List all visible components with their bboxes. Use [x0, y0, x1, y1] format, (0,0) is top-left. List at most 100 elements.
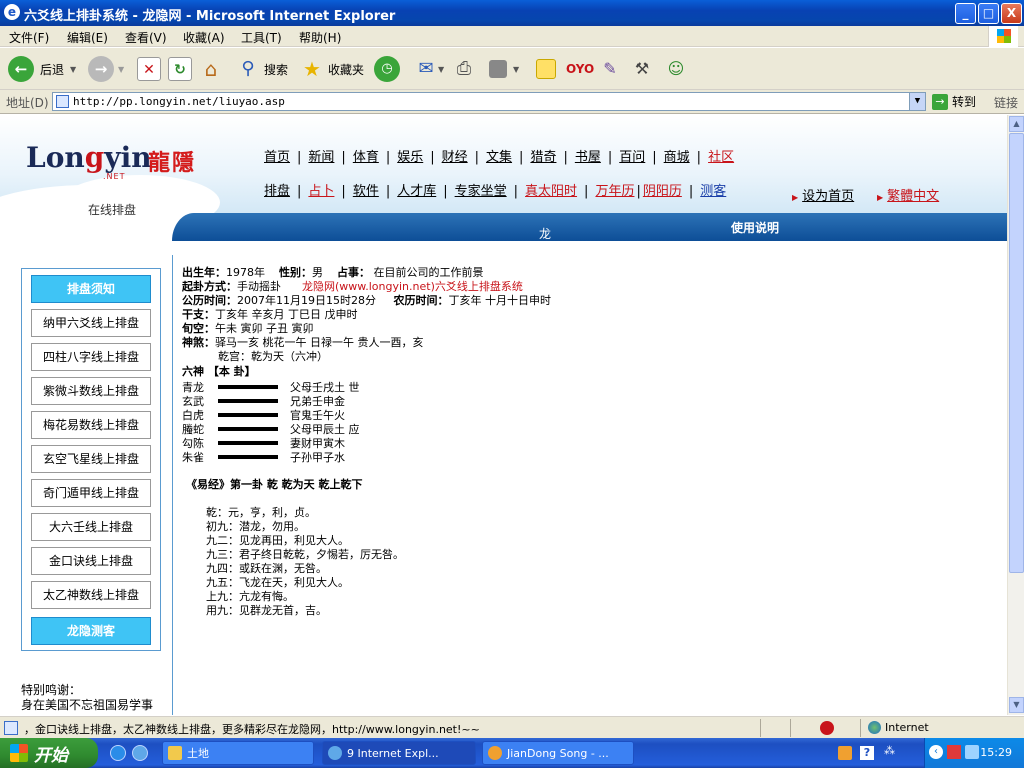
system-link[interactable]: 龙隐网(www.longyin.net)六爻线上排盘系统 — [302, 280, 523, 293]
yang-line — [218, 399, 278, 403]
nav-books[interactable]: 书屋 — [575, 150, 601, 165]
nav-curiosities[interactable]: 猎奇 — [530, 150, 556, 165]
popup-blocker-icon[interactable] — [820, 721, 834, 735]
go-button[interactable]: → 转到 — [932, 93, 976, 110]
research-button[interactable]: OYO — [566, 54, 594, 84]
sidebar-item-taiyi[interactable]: 太乙神数线上排盘 — [31, 581, 151, 609]
set-homepage-link[interactable]: ▶ 设为首页 — [792, 185, 854, 204]
start-button[interactable]: 开始 — [0, 738, 98, 768]
sidebar-item-meihua[interactable]: 梅花易数线上排盘 — [31, 411, 151, 439]
vertical-scrollbar[interactable]: ▲ ▼ — [1007, 115, 1024, 715]
discuss-button[interactable] — [536, 54, 556, 84]
yijing-line-7: 上九：亢龙有悔。 — [206, 590, 294, 603]
site-logo[interactable]: Longyin — [26, 141, 152, 174]
nav-sports[interactable]: 体育 — [353, 150, 379, 165]
forward-button[interactable]: → ▼ — [88, 54, 124, 84]
history-button[interactable]: ◷ — [374, 54, 400, 84]
title-bar[interactable]: e 六爻线上排卦系统 - 龙隐网 - Microsoft Internet Ex… — [0, 0, 1024, 26]
site-slogan: 在线排盘 — [88, 203, 137, 217]
network-icon[interactable] — [965, 745, 979, 759]
scroll-down-icon[interactable]: ▼ — [1009, 697, 1024, 713]
nav-ceke[interactable]: 测客 — [700, 184, 726, 199]
address-input[interactable]: http://pp.longyin.net/liuyao.asp ▼ — [52, 92, 926, 111]
tool-button-2[interactable]: ⚒ — [630, 54, 654, 84]
refresh-icon: ↻ — [168, 57, 192, 81]
antivirus-icon[interactable] — [947, 745, 961, 759]
sidebar-item-qimen[interactable]: 奇门遁甲线上排盘 — [31, 479, 151, 507]
mail-button[interactable]: ✉ ▼ — [414, 54, 444, 84]
tool-button-1[interactable]: ✎ — [598, 54, 622, 84]
edit-button[interactable]: ▼ — [489, 54, 519, 84]
nav-solar-time[interactable]: 真太阳时 — [525, 184, 577, 199]
nav-questions[interactable]: 百问 — [619, 150, 645, 165]
menu-favorites[interactable]: 收藏(A) — [183, 29, 225, 46]
messenger-button[interactable]: ☺ — [664, 54, 688, 84]
menu-edit[interactable]: 编辑(E) — [67, 29, 108, 46]
nav-talent[interactable]: 人才库 — [397, 184, 436, 199]
yijing-title: 《易经》第一卦 乾 乾为天 乾上乾下 — [186, 478, 363, 491]
address-dropdown-icon[interactable]: ▼ — [909, 93, 925, 110]
yao-god-6: 朱雀 — [182, 451, 204, 464]
sidebar-item-ziwei[interactable]: 紫微斗数线上排盘 — [31, 377, 151, 405]
task-jiandong[interactable]: JianDong Song - ... — [482, 741, 634, 765]
stop-button[interactable]: ✕ — [137, 54, 161, 84]
back-dropdown-icon[interactable]: ▼ — [70, 65, 76, 74]
nav-community[interactable]: 社区 — [708, 150, 734, 165]
research-icon: OYO — [566, 62, 595, 76]
sidebar-item-ceke[interactable]: 龙隐测客 — [31, 617, 151, 645]
maximize-button[interactable]: □ — [978, 3, 999, 24]
clock[interactable]: 15:29 — [980, 746, 1012, 759]
task-ie-group[interactable]: 9 Internet Expl... — [322, 741, 476, 765]
tray-expand-icon[interactable]: ‹ — [929, 745, 943, 759]
home-button[interactable]: ⌂ — [199, 54, 223, 84]
back-button[interactable]: ← 后退 ▼ — [8, 54, 76, 84]
globe-icon — [868, 721, 881, 734]
quicklaunch-ie-icon[interactable] — [110, 745, 126, 761]
traditional-chinese-link[interactable]: ▶ 繁體中文 — [877, 185, 939, 204]
scroll-up-icon[interactable]: ▲ — [1009, 116, 1024, 132]
task-folder[interactable]: 土地 — [162, 741, 314, 765]
ime-icon[interactable] — [838, 746, 852, 760]
nav-paipan[interactable]: 排盘 — [264, 184, 290, 199]
yang-line — [218, 385, 278, 389]
nav-home[interactable]: 首页 — [264, 150, 290, 165]
windows-logo-icon — [988, 26, 1018, 47]
print-button[interactable]: ⎙ — [452, 54, 476, 84]
nav-entertainment[interactable]: 娱乐 — [397, 150, 423, 165]
quicklaunch-desktop-icon[interactable] — [132, 745, 148, 761]
nav-experts[interactable]: 专家坐堂 — [455, 184, 507, 199]
close-button[interactable]: X — [1001, 3, 1022, 24]
menu-file[interactable]: 文件(F) — [9, 29, 49, 46]
address-label: 地址(D) — [6, 96, 49, 110]
favorites-button[interactable]: ★ 收藏夹 — [300, 54, 364, 84]
nav-calendar[interactable]: 万年历 — [595, 184, 634, 199]
nav-divination[interactable]: 占卜 — [308, 184, 334, 199]
nav-software[interactable]: 软件 — [353, 184, 379, 199]
nav-finance[interactable]: 财经 — [442, 150, 468, 165]
scroll-thumb[interactable] — [1009, 133, 1024, 573]
help-icon[interactable]: ? — [860, 746, 874, 760]
menu-help[interactable]: 帮助(H) — [299, 29, 341, 46]
window-title: 六爻线上排卦系统 - 龙隐网 - Microsoft Internet Expl… — [24, 9, 396, 24]
sidebar-item-bazi[interactable]: 四柱八字线上排盘 — [31, 343, 151, 371]
sidebar-item-jinkou[interactable]: 金口诀线上排盘 — [31, 547, 151, 575]
sidebar-item-liuren[interactable]: 大六壬线上排盘 — [31, 513, 151, 541]
nav-yinyang-calendar[interactable]: 阴阳历 — [643, 184, 682, 199]
refresh-button[interactable]: ↻ — [168, 54, 192, 84]
sidebar-item-xuankong[interactable]: 玄空飞星线上排盘 — [31, 445, 151, 473]
banner-text[interactable]: 龙隐在线排盘 使用说明 — [539, 219, 779, 326]
nav-essays[interactable]: 文集 — [486, 150, 512, 165]
minimize-button[interactable]: _ — [955, 3, 976, 24]
search-button[interactable]: ⚲ 搜索 — [236, 54, 288, 84]
info-time-row: 公历时间：2007年11月19日15时28分 农历时间：丁亥年 十月十日申时 — [182, 294, 551, 307]
sidebar-item-notice[interactable]: 排盘须知 — [31, 275, 151, 303]
system-tray: ‹ 15:29 — [924, 738, 1024, 768]
ime-options-icon[interactable]: ⁂ — [884, 744, 898, 762]
sidebar-item-najia[interactable]: 纳甲六爻线上排盘 — [31, 309, 151, 337]
links-button[interactable]: 链接 — [994, 94, 1018, 111]
taskbar: 开始 土地 9 Internet Expl... JianDong Song -… — [0, 738, 1024, 768]
nav-news[interactable]: 新闻 — [308, 150, 334, 165]
menu-view[interactable]: 查看(V) — [125, 29, 167, 46]
menu-tools[interactable]: 工具(T) — [241, 29, 282, 46]
nav-mall[interactable]: 商城 — [664, 150, 690, 165]
